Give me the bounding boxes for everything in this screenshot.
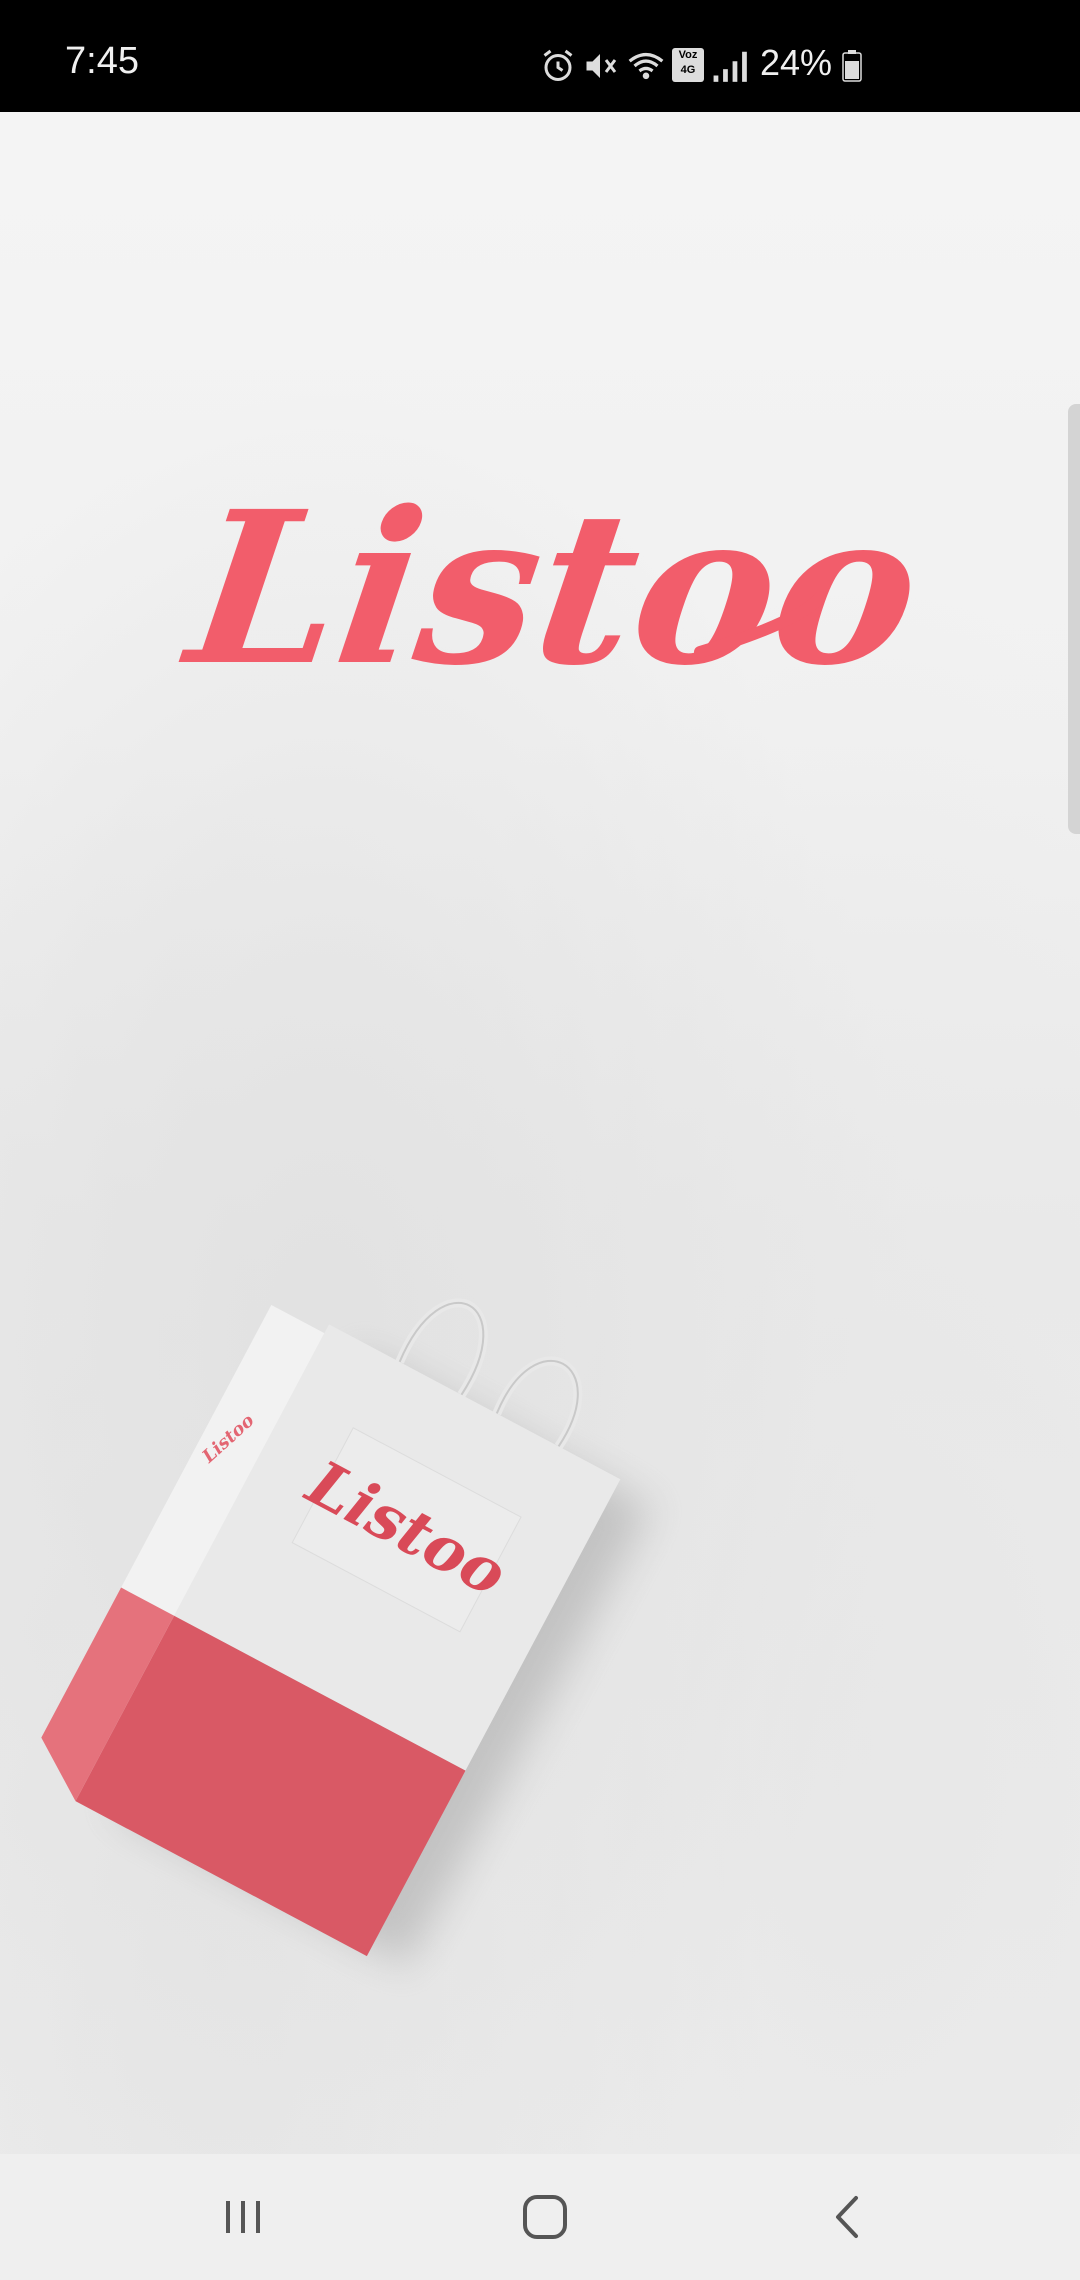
recent-apps-icon [226, 2201, 260, 2233]
volte-label: Voz [678, 49, 698, 61]
splash-screen: Listoo Listoo Listoo [0, 112, 1080, 2245]
battery-percent: 24% [760, 42, 833, 83]
app-logo: Listoo [0, 412, 1080, 737]
signal-icon [713, 51, 747, 82]
shopping-bag-image: Listoo Listoo [0, 1212, 700, 2017]
svg-text:Listoo: Listoo [172, 465, 934, 712]
back-button[interactable] [788, 2182, 908, 2252]
home-button[interactable] [485, 2182, 605, 2252]
scroll-handle[interactable] [1068, 404, 1080, 834]
mute-icon [586, 54, 617, 78]
screen: 7:45 Voz 4G 24% Listoo Listoo Listoo [0, 0, 1080, 2280]
back-icon [836, 2196, 858, 2238]
status-bar: 7:45 Voz 4G 24% [0, 0, 1080, 112]
home-icon [523, 2195, 567, 2239]
recent-apps-button[interactable] [183, 2182, 303, 2252]
wifi-icon [628, 52, 664, 80]
volte-4g-icon: Voz 4G [672, 48, 704, 82]
battery-icon [842, 50, 862, 82]
network-label: 4G [680, 64, 696, 76]
alarm-icon [543, 49, 573, 81]
navigation-bar [0, 2154, 1080, 2280]
status-time: 7:45 [65, 40, 139, 82]
